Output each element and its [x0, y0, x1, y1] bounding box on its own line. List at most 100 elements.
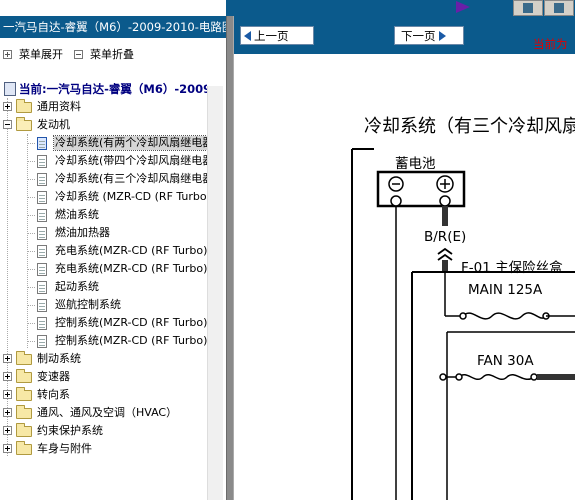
tree-doc-item[interactable]: 控制系统(MZR-CD (RF Turbo)) — [0, 314, 207, 332]
expand-toggle-icon[interactable] — [3, 372, 12, 381]
tree-item-label: 发动机 — [37, 118, 70, 131]
fan-fuse-symbol — [458, 374, 535, 380]
document-icon — [37, 263, 47, 276]
folder-icon — [16, 99, 32, 113]
tree-item-label: 起动系统 — [55, 280, 99, 293]
tree-branch — [27, 287, 35, 288]
fan-fuse-label: FAN 30A — [477, 353, 534, 369]
tree-doc-item[interactable]: 燃油加热器 — [0, 224, 207, 242]
current-page-text: 当前为 — [533, 37, 568, 51]
toolbar-button-2[interactable] — [544, 0, 574, 16]
tree-item-body[interactable]: 车身与附件 — [0, 440, 207, 458]
wiring-diagram: 冷却系统（有三个冷却风扇继电器） — [234, 54, 575, 500]
toolbar-button-1[interactable] — [513, 0, 543, 16]
tree-branch — [27, 251, 35, 252]
tree-branch — [27, 269, 35, 270]
menu-collapse-label: 菜单折叠 — [90, 48, 134, 61]
tree-branch — [27, 179, 35, 180]
collapse-toggle-icon[interactable] — [3, 120, 12, 129]
document-icon — [37, 137, 47, 150]
tree-item-label: 通风、通风及空调（HVAC） — [37, 406, 178, 419]
tree-item-label: 变速器 — [37, 370, 70, 383]
page-nav-bar: 上一页 下一页 当前为 — [234, 16, 575, 54]
tree-doc-item[interactable]: 冷却系统(有三个冷却风扇继电器) — [0, 170, 207, 188]
tree-doc-item[interactable]: 控制系统(MZR-CD (RF Turbo)) — [0, 332, 207, 350]
tree-item-label: 制动系统 — [37, 352, 81, 365]
document-icon — [37, 245, 47, 258]
tree-doc-item[interactable]: 冷却系统(带四个冷却风扇继电器) — [0, 152, 207, 170]
document-icon — [37, 317, 47, 330]
fuse-block-label: F-01 主保险丝盒 — [461, 260, 563, 276]
menu-collapse-button[interactable]: 菜单折叠 — [74, 47, 134, 61]
play-arrow-icon[interactable] — [456, 1, 470, 13]
expand-icon — [3, 49, 12, 59]
document-icon — [37, 227, 47, 240]
tree-menu-bar: 菜单展开 菜单折叠 — [0, 44, 226, 64]
document-icon — [37, 281, 47, 294]
tree-item-engine[interactable]: 发动机 — [0, 116, 207, 134]
tree-item-label: 燃油加热器 — [55, 226, 110, 239]
tree-item-label: 控制系统(MZR-CD (RF Turbo)) — [55, 316, 207, 329]
document-icon — [37, 299, 47, 312]
expand-toggle-icon[interactable] — [3, 354, 12, 363]
tree-doc-item[interactable]: 冷却系统(有两个冷却风扇继电器) — [0, 134, 207, 152]
tree-branch — [27, 161, 35, 162]
next-page-button[interactable]: 下一页 — [394, 26, 464, 45]
tree-item-label: 车身与附件 — [37, 442, 92, 455]
tree-item-restraints[interactable]: 约束保护系统 — [0, 422, 207, 440]
tree-item-label: 通用资料 — [37, 100, 81, 113]
tree-view: 当前:一汽马自达-睿翼（M6）-2009-2010-电路图 通用资料 发动机 冷… — [0, 80, 207, 500]
arrow-right-icon — [438, 30, 446, 41]
arrow-left-icon — [244, 30, 251, 41]
tree-root[interactable]: 当前:一汽马自达-睿翼（M6）-2009-2010-电路图 — [0, 80, 207, 98]
connector-symbol — [437, 247, 453, 261]
document-icon — [37, 155, 47, 168]
folder-icon — [16, 405, 32, 419]
tree-pane-title: 一汽马自达-睿翼（M6）-2009-2010-电路图 — [0, 16, 226, 38]
document-icon — [37, 191, 47, 204]
tree-item-label: 充电系统(MZR-CD (RF Turbo)) — [55, 244, 207, 257]
document-icon — [37, 335, 47, 348]
tree-item-brakes[interactable]: 制动系统 — [0, 350, 207, 368]
wire-color-label: B/R(E) — [424, 229, 467, 245]
tree-item-steering[interactable]: 转向系 — [0, 386, 207, 404]
book-icon — [4, 82, 16, 96]
expand-toggle-icon[interactable] — [3, 408, 12, 417]
battery-label: 蓄电池 — [395, 156, 436, 172]
tree-doc-item[interactable]: 充电系统(MZR-CD (RF Turbo)) — [0, 260, 207, 278]
tree-item-label: 巡航控制系统 — [55, 298, 121, 311]
folder-icon — [16, 369, 32, 383]
tree-item-label: 控制系统(MZR-CD (RF Turbo)) — [55, 334, 207, 347]
menu-expand-button[interactable]: 菜单展开 — [3, 47, 63, 61]
tree-root-label: 当前:一汽马自达-睿翼（M6）-2009-2010-电路图 — [19, 82, 207, 96]
tree-item-label: 冷却系统(有两个冷却风扇继电器) — [53, 135, 207, 151]
tree-branch — [27, 215, 35, 216]
tree-doc-item[interactable]: 巡航控制系统 — [0, 296, 207, 314]
tree-item-label: 冷却系统 (MZR-CD (RF Turbo)) — [55, 190, 207, 203]
expand-toggle-icon[interactable] — [3, 426, 12, 435]
tree-doc-item[interactable]: 燃油系统 — [0, 206, 207, 224]
collapse-icon — [74, 49, 83, 59]
tree-doc-item[interactable]: 起动系统 — [0, 278, 207, 296]
expand-toggle-icon[interactable] — [3, 102, 12, 111]
tree-doc-item[interactable]: 冷却系统 (MZR-CD (RF Turbo)) — [0, 188, 207, 206]
tree-branch — [27, 323, 35, 324]
tree-item-general[interactable]: 通用资料 — [0, 98, 207, 116]
prev-page-button[interactable]: 上一页 — [240, 26, 314, 45]
main-fuse-symbol — [462, 312, 547, 320]
tree-pane: 一汽马自达-睿翼（M6）-2009-2010-电路图 菜单展开 菜单折叠 当前:… — [0, 0, 226, 500]
next-page-label: 下一页 — [401, 28, 436, 43]
expand-toggle-icon[interactable] — [3, 444, 12, 453]
expand-toggle-icon[interactable] — [3, 390, 12, 399]
pane-splitter[interactable] — [226, 16, 234, 500]
tree-item-transmission[interactable]: 变速器 — [0, 368, 207, 386]
tree-doc-item[interactable]: 充电系统(MZR-CD (RF Turbo)) — [0, 242, 207, 260]
tree-item-label: 冷却系统(有三个冷却风扇继电器) — [55, 172, 207, 185]
tree-item-label: 转向系 — [37, 388, 70, 401]
folder-icon — [16, 387, 32, 401]
tree-item-label: 约束保护系统 — [37, 424, 103, 437]
folder-icon — [16, 441, 32, 455]
tree-vertical-scrollbar[interactable] — [207, 86, 223, 500]
menu-expand-label: 菜单展开 — [19, 48, 63, 61]
tree-item-hvac[interactable]: 通风、通风及空调（HVAC） — [0, 404, 207, 422]
